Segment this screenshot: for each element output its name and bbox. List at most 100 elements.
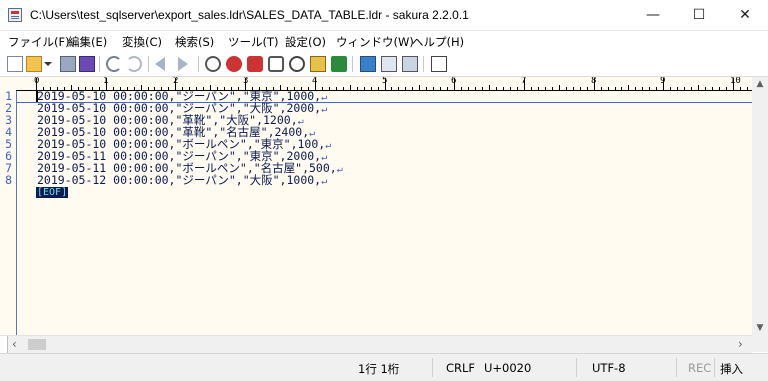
compare-icon[interactable]: [310, 56, 326, 72]
text-line[interactable]: 2019-05-12 00:00:00,"ジーパン","大阪",1000,↵: [37, 174, 327, 187]
crlf-mark: ↵: [321, 92, 328, 103]
ruler-tick: [398, 87, 400, 90]
split-horizontal-icon[interactable]: [381, 56, 397, 72]
crlf-mark: ↵: [336, 164, 343, 175]
ruler-label: 9: [660, 77, 666, 86]
encoding: UTF-8: [592, 361, 626, 375]
ruler-tick: [356, 87, 358, 90]
open-dropdown-icon[interactable]: [44, 62, 52, 66]
bookmark-icon[interactable]: [331, 56, 347, 72]
ruler-tick: [405, 87, 407, 90]
close-button[interactable]: ✕: [722, 0, 768, 30]
ruler-label: 6: [451, 77, 457, 86]
ruler-tick: [516, 87, 518, 90]
save-all-icon[interactable]: [79, 56, 95, 72]
open-file-icon[interactable]: [26, 56, 42, 72]
horizontal-scrollbar[interactable]: ‹ ›: [0, 335, 752, 353]
toolbar-separator: [148, 56, 149, 72]
scroll-left-arrow-icon[interactable]: ‹: [12, 337, 17, 351]
title-bar: C:\Users\test_sqlserver\export_sales.ldr…: [0, 0, 768, 31]
ruler-tick: [447, 87, 449, 90]
minimize-button[interactable]: —: [630, 0, 676, 30]
horizontal-scroll-thumb[interactable]: [28, 339, 46, 350]
status-bar: 1行 1桁 CRLF U+0020 UTF-8 REC 挿入: [0, 353, 768, 381]
line-number: 8: [5, 173, 12, 187]
ruler-tick: [600, 87, 602, 90]
menu-window[interactable]: ウィンドウ(W): [336, 34, 414, 50]
scroll-right-arrow-icon[interactable]: ›: [738, 337, 743, 351]
ruler-tick: [579, 87, 581, 90]
ruler-tick: [328, 87, 330, 90]
ruler-tick: [691, 87, 693, 90]
split-box[interactable]: [0, 336, 8, 353]
toolbar: [0, 52, 768, 77]
jump-forward-icon[interactable]: [178, 57, 188, 71]
menu-tools[interactable]: ツール(T): [228, 34, 279, 50]
char-code: U+0020: [484, 361, 532, 375]
ruler-tick: [391, 87, 393, 90]
ruler-tick: [558, 85, 560, 90]
ruler-label: 2: [173, 77, 179, 86]
menu-edit[interactable]: 編集(E): [68, 34, 107, 50]
ruler-tick: [572, 87, 574, 90]
ruler-tick: [433, 87, 435, 90]
ruler-tick: [370, 87, 372, 90]
scroll-down-arrow-icon[interactable]: ▼: [752, 323, 768, 333]
ruler-tick: [419, 85, 421, 90]
replace-icon[interactable]: [268, 56, 284, 72]
insert-mode-indicator: 挿入: [720, 362, 743, 376]
toolbar-separator: [423, 56, 424, 72]
ruler-tick: [621, 87, 623, 90]
jump-back-icon[interactable]: [155, 57, 165, 71]
grep-icon[interactable]: [289, 56, 305, 72]
ruler-tick: [746, 87, 748, 90]
undo-icon[interactable]: [106, 56, 122, 72]
toolbar-separator: [352, 56, 353, 72]
ruler-label: 10: [730, 77, 741, 86]
menu-search[interactable]: 検索(S): [175, 34, 214, 50]
ruler-tick: [342, 87, 344, 90]
ruler-tick: [712, 87, 714, 90]
split-vertical-icon[interactable]: [402, 56, 418, 72]
menu-settings[interactable]: 設定(O): [285, 34, 326, 50]
ruler-tick: [670, 87, 672, 90]
window-title: C:\Users\test_sqlserver\export_sales.ldr…: [30, 8, 469, 22]
ruler-tick: [656, 87, 658, 90]
menu-bar: ファイル(F) 編集(E) 変換(C) 検索(S) ツール(T) 設定(O) ウ…: [0, 31, 768, 51]
ruler-label: 7: [521, 77, 527, 86]
vertical-scrollbar[interactable]: ▲ ▼: [752, 77, 768, 335]
menu-help[interactable]: ヘルプ(H): [412, 34, 464, 50]
ruler-tick: [496, 87, 498, 90]
scrollbar-corner: [752, 335, 768, 352]
search-previous-icon[interactable]: [205, 56, 221, 72]
text-editor[interactable]: 0 1 2 3 4 5 6 7 8 9 10 1 2 3 4 5 6 7 8 2…: [0, 77, 768, 335]
save-icon[interactable]: [60, 56, 76, 72]
ruler-tick: [565, 87, 567, 90]
ruler-label: 8: [591, 77, 597, 86]
status-separator: [432, 358, 433, 377]
ruler-tick: [705, 87, 707, 90]
ruler-tick: [377, 87, 379, 90]
ruler-tick: [537, 87, 539, 90]
ruler-tick: [489, 85, 491, 90]
ruler-tick: [544, 87, 546, 90]
ruler-tick: [607, 87, 609, 90]
ruler-tick: [586, 87, 588, 90]
ruler-tick: [739, 87, 741, 90]
redo-icon[interactable]: [126, 56, 142, 72]
app-icon[interactable]: [8, 8, 22, 22]
scroll-up-arrow-icon[interactable]: ▲: [752, 79, 768, 89]
ruler-tick: [363, 87, 365, 90]
outline-icon[interactable]: [360, 56, 376, 72]
ruler-tick: [698, 85, 700, 90]
cursor-position: 1行 1桁: [358, 362, 400, 376]
menu-file[interactable]: ファイル(F): [8, 34, 70, 50]
ruler-tick: [726, 87, 728, 90]
search-icon[interactable]: [247, 56, 263, 72]
settings-icon[interactable]: [431, 56, 447, 72]
search-next-icon[interactable]: [226, 56, 242, 72]
menu-convert[interactable]: 変換(C): [122, 34, 162, 50]
new-file-icon[interactable]: [7, 56, 23, 72]
ruler-tick: [502, 87, 504, 90]
maximize-button[interactable]: ☐: [676, 0, 722, 30]
